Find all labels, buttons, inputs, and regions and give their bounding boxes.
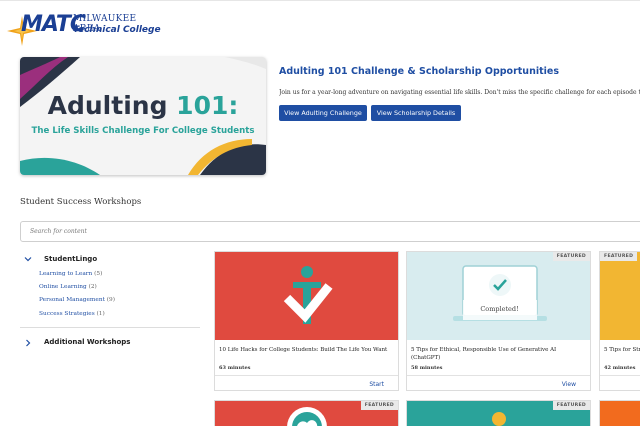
card-divider: [600, 375, 640, 376]
card-duration: 58 minutes: [411, 365, 443, 371]
hero-title-part2: 101:: [176, 91, 239, 120]
sidebar-divider: [20, 327, 200, 328]
sidebar-item-label: Online Learning: [39, 284, 87, 290]
search-input[interactable]: Search for content: [20, 221, 640, 242]
sidebar-item-count: (5): [94, 271, 103, 277]
featured-badge: FEATURED: [552, 401, 590, 410]
section-title: Student Success Workshops: [20, 197, 142, 207]
card-duration: 63 minutes: [219, 365, 251, 371]
card-divider: [407, 375, 590, 376]
hero-title-part1: Adulting: [47, 91, 177, 120]
sidebar-item-count: (9): [106, 297, 115, 303]
search-placeholder: Search for content: [30, 228, 87, 235]
sidebar-item-label: Personal Management: [39, 297, 105, 303]
card-divider: [215, 375, 398, 376]
sidebar-item-personal-management[interactable]: Personal Management (9): [39, 297, 115, 303]
sidebar-group-additional-workshops[interactable]: Additional Workshops: [44, 338, 130, 346]
featured-badge: FEATURED: [552, 252, 590, 261]
matc-logo[interactable]: MATC MILWAUKEE AREA Technical College: [7, 10, 167, 46]
start-button[interactable]: Start: [369, 381, 384, 388]
workshop-card-tips[interactable]: FEATURED 5 Tips for Str 42 minutes: [599, 251, 640, 391]
chevron-down-icon: [24, 257, 32, 262]
workshop-card-row2-3[interactable]: [599, 400, 640, 426]
card-duration: 42 minutes: [604, 365, 636, 371]
card-thumbnail: Completed!: [407, 252, 590, 340]
completed-overlay: Completed!: [480, 305, 519, 313]
promo-description: Join us for a year-long adventure on nav…: [279, 89, 640, 96]
card-title: 10 Life Hacks for College Students: Buil…: [219, 347, 388, 353]
hero-image-title: Adulting 101:: [20, 91, 266, 120]
sidebar-item-success-strategies[interactable]: Success Strategies (1): [39, 311, 105, 317]
sidebar-group-label: StudentLingo: [44, 255, 98, 263]
laptop-check-icon: [453, 265, 547, 321]
workshop-card-life-hacks[interactable]: 10 Life Hacks for College Students: Buil…: [214, 251, 399, 391]
workshop-card-row2-1[interactable]: FEATURED: [214, 400, 399, 426]
sidebar-item-count: (2): [88, 284, 97, 290]
card-title: 5 Tips for Ethical, Responsible Use of G…: [411, 347, 557, 361]
view-adulting-challenge-button[interactable]: View Adulting Challenge: [279, 105, 367, 121]
promo-title[interactable]: Adulting 101 Challenge & Scholarship Opp…: [279, 66, 559, 77]
sidebar-item-label: Learning to Learn: [39, 271, 93, 277]
sidebar-item-count: (1): [96, 311, 105, 317]
top-divider: [0, 0, 640, 1]
workshop-card-generative-ai[interactable]: Completed! FEATURED 5 Tips for Ethical, …: [406, 251, 591, 391]
card-thumbnail: [600, 252, 640, 340]
sidebar-group-studentlingo[interactable]: StudentLingo: [20, 251, 200, 267]
view-scholarship-details-button[interactable]: View Scholarship Details: [371, 105, 461, 121]
workshop-card-row2-2[interactable]: FEATURED: [406, 400, 591, 426]
card-thumbnail: [215, 252, 398, 340]
adulting-hero-image[interactable]: Adulting 101: The Life Skills Challenge …: [20, 57, 266, 175]
sidebar-item-online-learning[interactable]: Online Learning (2): [39, 284, 97, 290]
sidebar-item-learning-to-learn[interactable]: Learning to Learn (5): [39, 271, 102, 277]
featured-badge: FEATURED: [600, 252, 638, 261]
chevron-right-icon[interactable]: [24, 339, 32, 347]
featured-badge: FEATURED: [360, 401, 398, 410]
hero-image-subtitle: The Life Skills Challenge For College St…: [31, 126, 255, 136]
logo-line2: Technical College: [73, 25, 161, 35]
person-check-icon: [283, 266, 333, 324]
card-title: 5 Tips for Str: [604, 347, 640, 353]
sidebar-item-label: Success Strategies: [39, 311, 95, 317]
view-button[interactable]: View: [562, 381, 576, 388]
